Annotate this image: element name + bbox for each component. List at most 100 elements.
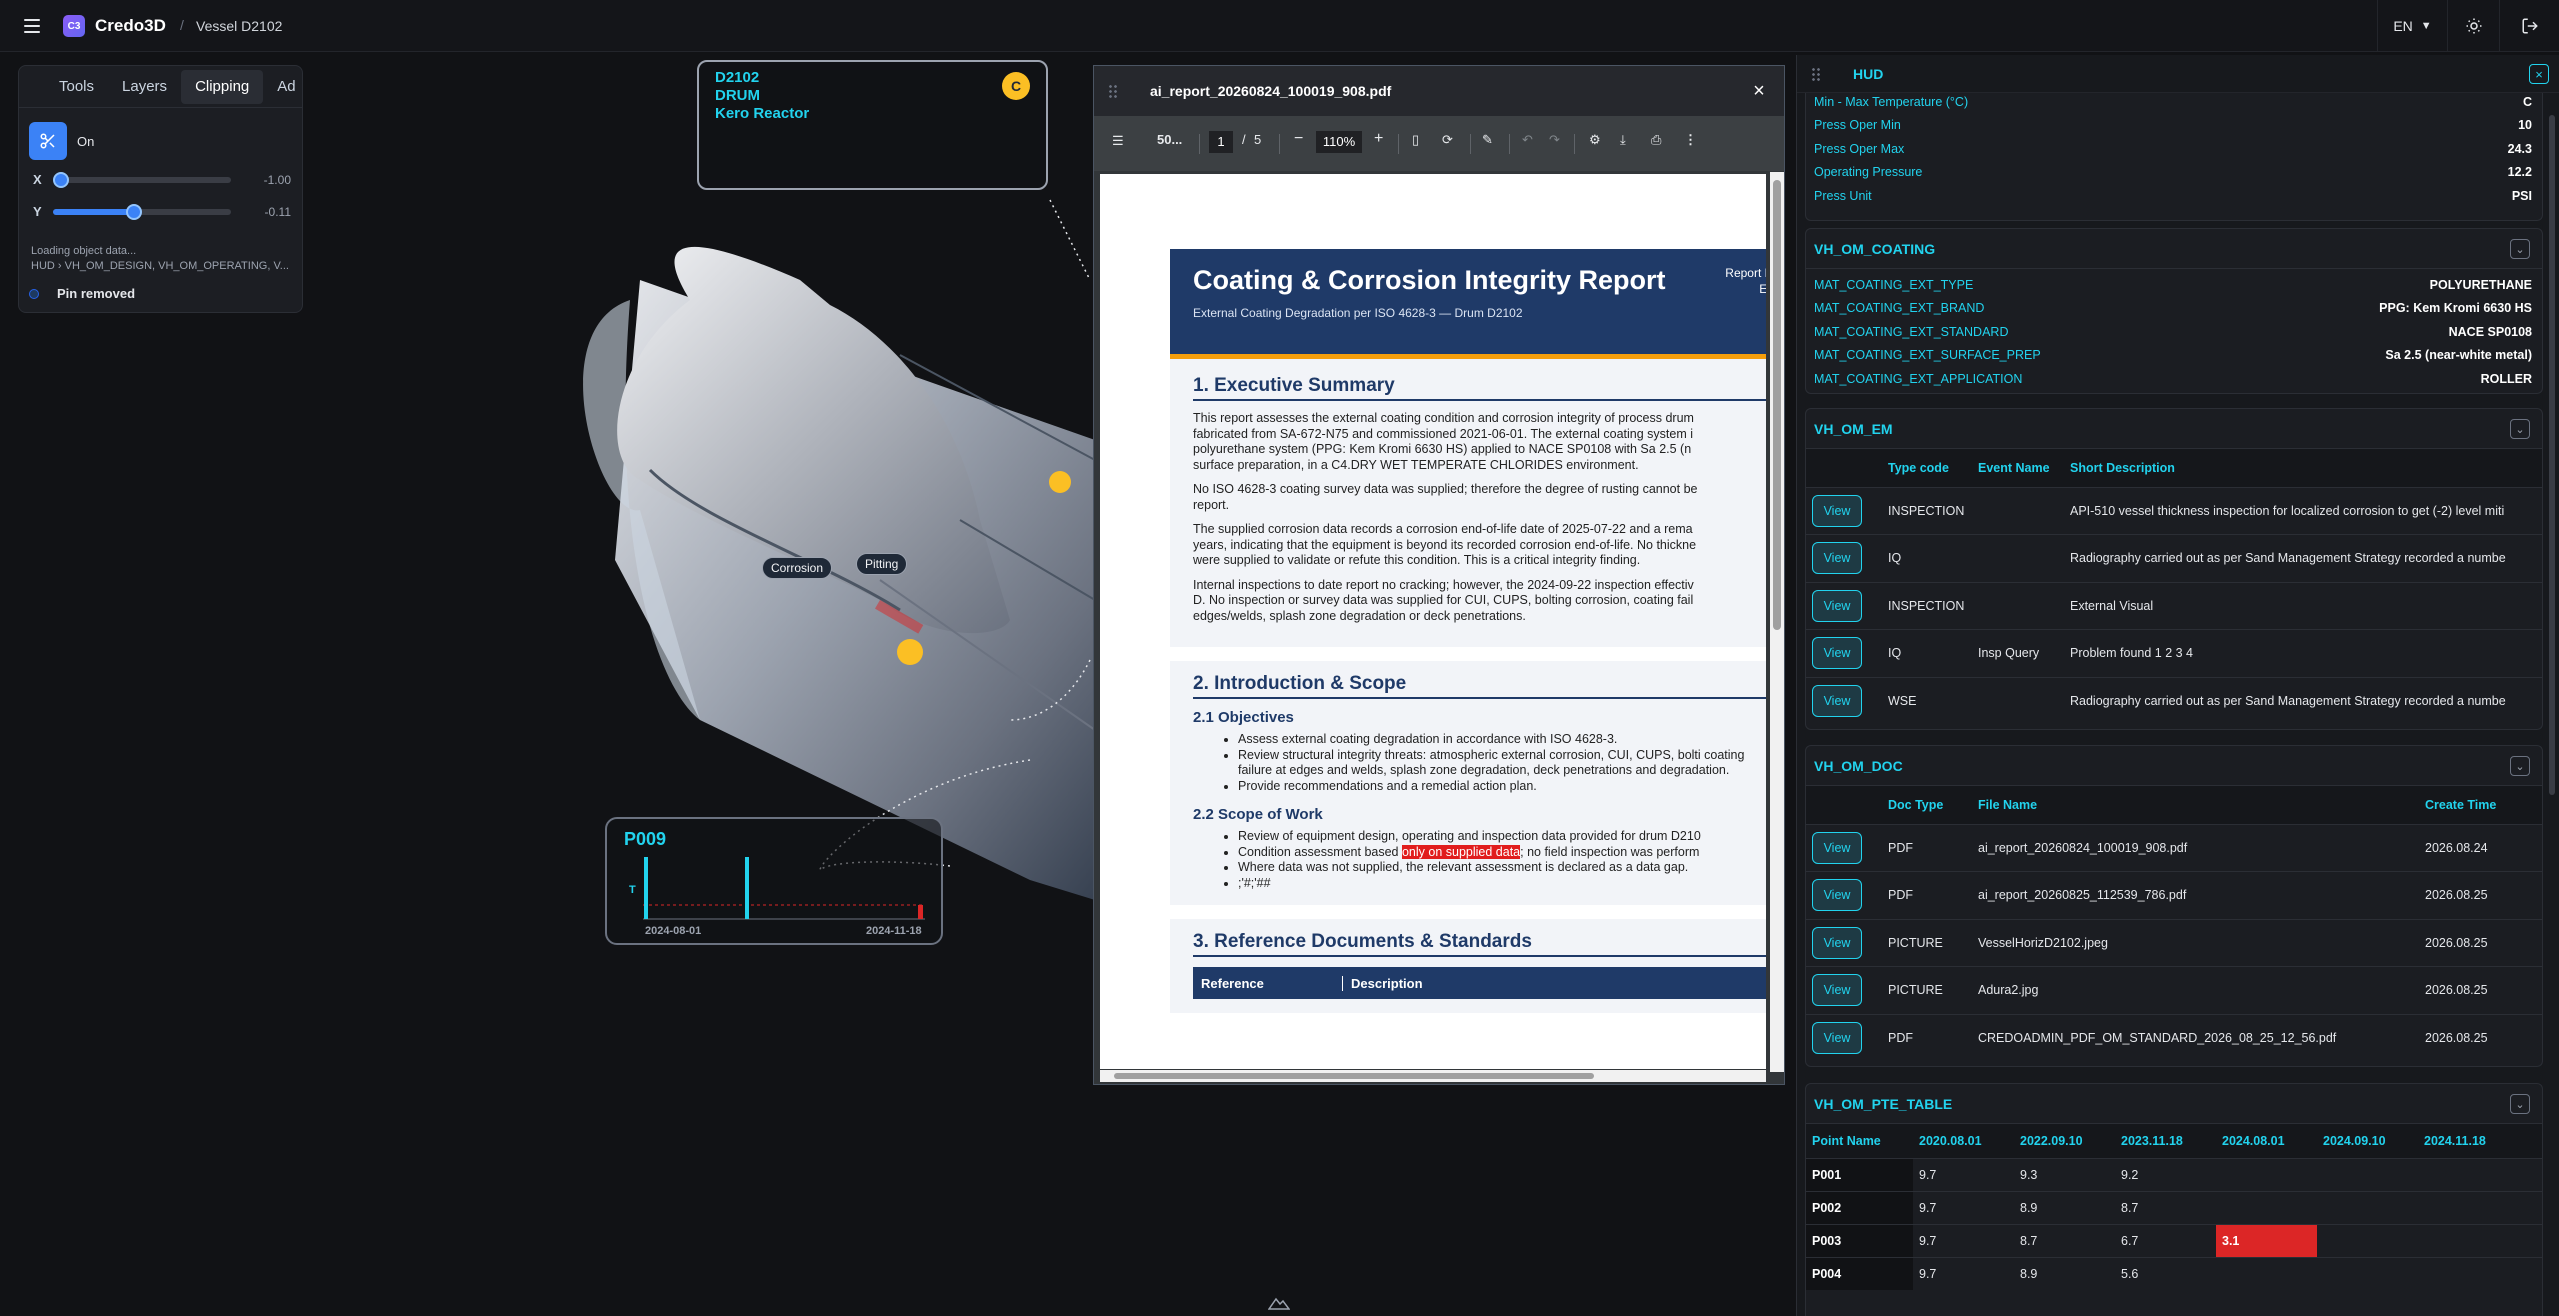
chevron-down-icon[interactable]: ⌄ — [2510, 239, 2530, 259]
column-header: Point Name — [1806, 1124, 1913, 1158]
pdf-filename: ai_report_20260824_100019_908.pdf — [1150, 83, 1392, 99]
report-meta-date: Report Date — [1725, 266, 1766, 280]
view-button[interactable]: View — [1812, 926, 1862, 959]
table-row: View PDF ai_report_20260825_112539_786.pdf… — [1806, 871, 2542, 919]
view-button[interactable]: View — [1812, 831, 1862, 864]
view-button[interactable]: View — [1812, 589, 1862, 622]
column-header — [1806, 786, 1882, 824]
point-trend-date-start: 2024-08-01 — [645, 925, 702, 937]
undo-icon[interactable]: ↶ — [1522, 132, 1533, 148]
rotate-icon[interactable]: ⟳ — [1442, 132, 1453, 148]
view-button[interactable]: View — [1812, 542, 1862, 575]
corrosion-label[interactable]: Corrosion — [762, 557, 833, 579]
pdf-horizontal-scrollbar[interactable] — [1100, 1070, 1766, 1082]
redo-icon[interactable]: ↷ — [1549, 132, 1560, 148]
theme-toggle-button[interactable] — [2447, 0, 2499, 52]
tab-ad[interactable]: Ad — [263, 70, 302, 104]
view-button[interactable]: View — [1812, 685, 1862, 717]
tab-clipping[interactable]: Clipping — [181, 69, 264, 104]
close-icon[interactable]: × — [1744, 76, 1774, 106]
language-select[interactable]: EN ▼ — [2377, 0, 2447, 52]
file-name-cell[interactable]: ai_report_20260825_112539_786.pdf — [1972, 871, 2419, 919]
chevron-down-icon[interactable]: ⌄ — [2510, 1094, 2530, 1114]
event-name-cell — [1972, 676, 2064, 725]
file-name-cell[interactable]: Adura2.jpg — [1972, 966, 2419, 1014]
view-button[interactable]: View — [1812, 637, 1862, 670]
column-header: 2024.09.10 — [2317, 1124, 2418, 1158]
column-header: 2024.08.01 — [2216, 1124, 2317, 1158]
pdf-vertical-scrollbar[interactable] — [1770, 172, 1784, 1072]
x-slider[interactable] — [53, 171, 231, 188]
pdf-page[interactable]: Coating & Corrosion Integrity Report Ext… — [1100, 174, 1766, 1069]
breadcrumb: Vessel D2102 — [196, 18, 283, 34]
column-header: 2020.08.01 — [1913, 1124, 2014, 1158]
loading-status-detail: HUD › VH_OM_DESIGN, VH_OM_OPERATING, V..… — [31, 260, 289, 272]
drag-handle-icon[interactable] — [1108, 84, 1118, 98]
page-number-input[interactable]: 1 — [1209, 131, 1233, 153]
save-annotations-icon[interactable]: ⚙ — [1589, 132, 1601, 148]
zoom-in-button[interactable]: + — [1374, 130, 1383, 148]
pdf-document: Coating & Corrosion Integrity Report Ext… — [1170, 249, 1766, 1013]
kv-value: 12.2 — [2507, 165, 2532, 180]
drag-handle-icon[interactable] — [1811, 66, 1821, 81]
type-code-cell: IQ — [1882, 629, 1972, 677]
hud-header: HUD × — [1797, 55, 2559, 93]
chevron-down-icon[interactable]: ⌄ — [2510, 756, 2530, 776]
event-name-cell: Insp Query — [1972, 629, 2064, 677]
file-name-cell[interactable]: ai_report_20260824_100019_908.pdf — [1972, 823, 2419, 872]
report-banner: Coating & Corrosion Integrity Report Ext… — [1170, 249, 1766, 359]
zoom-input[interactable]: 110% — [1316, 131, 1362, 153]
print-icon[interactable]: ⎙ — [1651, 132, 1661, 148]
view-button[interactable]: View — [1812, 1022, 1862, 1054]
pte-card: VH_OM_PTE_TABLE ⌄ Point Name 2020.08.01 20… — [1805, 1083, 2543, 1316]
view-button[interactable]: View — [1812, 879, 1862, 912]
hud-scrollbar[interactable] — [2549, 115, 2555, 795]
more-options-icon[interactable]: ⋮ — [1684, 132, 1697, 148]
scrollbar-thumb[interactable] — [1114, 1073, 1594, 1079]
card-title: VH_OM_PTE_TABLE — [1814, 1095, 1953, 1112]
view-button[interactable]: View — [1812, 494, 1862, 527]
download-icon[interactable]: ⤓ — [1620, 132, 1626, 148]
short-description-cell: Problem found 1 2 3 4 — [2064, 629, 2542, 677]
y-slider-row: Y -0.11 — [33, 203, 293, 220]
table-row: View WSE Radiography carried out as per Sa… — [1806, 676, 2542, 725]
column-header: Event Name — [1972, 449, 2064, 487]
file-name-cell[interactable]: CREDOADMIN_PDF_OM_STANDARD_2026_08_25_12… — [1972, 1013, 2419, 1062]
tab-tools[interactable]: Tools — [45, 70, 108, 104]
clipping-toggle-button[interactable] — [29, 122, 67, 160]
type-code-cell: INSPECTION — [1882, 486, 1972, 535]
point-trend-card[interactable]: P009 T 2024-08-01 2024-11-18 — [605, 817, 943, 945]
app-name[interactable]: Credo3D — [95, 16, 166, 36]
loading-status-line: Loading object data... — [31, 245, 137, 257]
file-name-cell[interactable]: VesselHorizD2102.jpeg — [1972, 918, 2419, 967]
pitting-label[interactable]: Pitting — [856, 553, 908, 575]
fit-page-icon[interactable]: ▯ — [1412, 132, 1419, 148]
y-axis-label: Y — [33, 204, 42, 219]
section-executive-summary: 1. Executive Summary This report assesse… — [1170, 359, 1766, 647]
table-header-row: Doc Type File Name Create Time — [1806, 786, 2542, 824]
annotate-icon[interactable]: ✎ — [1482, 132, 1493, 148]
table-cell: View — [1806, 1013, 1882, 1062]
hamburger-menu-icon[interactable] — [18, 12, 46, 40]
equipment-tag-card[interactable]: D2102 DRUM Kero Reactor C — [697, 60, 1048, 190]
x-slider-thumb[interactable] — [53, 171, 69, 188]
logout-button[interactable] — [2499, 0, 2559, 52]
kv-key: MAT_COATING_EXT_STANDARD — [1814, 324, 2009, 339]
sidebar-toggle-icon[interactable]: ☰ — [1112, 133, 1124, 149]
section-heading: 3. Reference Documents & Standards — [1193, 931, 1766, 957]
report-title: Coating & Corrosion Integrity Report — [1193, 265, 1666, 295]
kv-value: PPG: Kem Kromi 6630 HS — [2379, 301, 2532, 316]
scrollbar-thumb[interactable] — [1773, 180, 1781, 630]
zoom-out-button[interactable]: − — [1294, 130, 1303, 148]
hud-body[interactable]: Min - Max Temperature (°C) C Press Oper Mi… — [1805, 93, 2543, 1316]
create-time-cell: 2026.08.25 — [2419, 966, 2542, 1014]
tab-layers[interactable]: Layers — [108, 70, 181, 104]
thickness-cell: 8.7 — [2014, 1223, 2115, 1257]
close-icon[interactable]: × — [2529, 64, 2549, 84]
kv-row: Min - Max Temperature (°C) C — [1806, 93, 2542, 114]
equipment-description: Kero Reactor — [715, 105, 810, 122]
y-slider-thumb[interactable] — [125, 203, 142, 220]
chevron-down-icon[interactable]: ⌄ — [2510, 419, 2530, 439]
view-button[interactable]: View — [1812, 974, 1862, 1007]
y-slider[interactable] — [53, 203, 231, 220]
